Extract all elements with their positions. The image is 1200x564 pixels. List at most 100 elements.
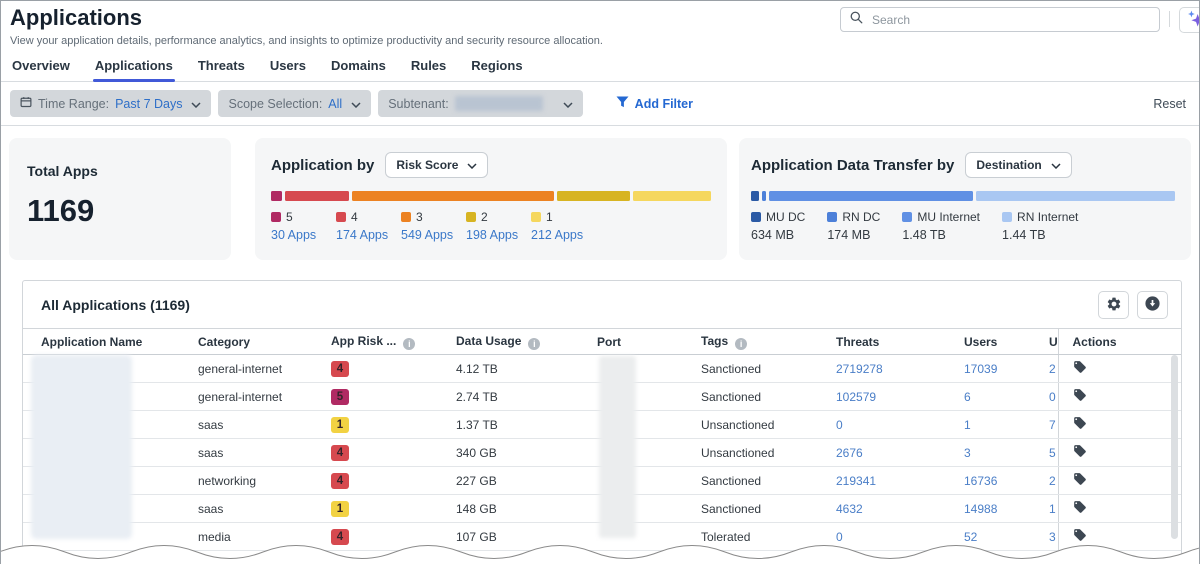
transfer-legend-item: RN DC174 MB — [827, 210, 880, 242]
users-cell-link[interactable]: 3 — [964, 446, 971, 460]
actions-cell — [1058, 355, 1181, 383]
u-cell-link[interactable]: 0 — [1049, 390, 1056, 404]
threats-cell-link[interactable]: 4632 — [836, 502, 863, 516]
column-header-users[interactable]: Users — [946, 329, 1041, 355]
info-icon: i — [528, 338, 540, 350]
tag-icon[interactable] — [1073, 447, 1087, 461]
u-cell-link[interactable]: 7 — [1049, 418, 1056, 432]
table-scrollbar[interactable] — [1171, 355, 1178, 539]
risk-apps-link[interactable]: 549 Apps — [401, 228, 462, 242]
data-usage-cell: 2.74 TB — [438, 383, 579, 411]
tag-icon[interactable] — [1073, 475, 1087, 489]
threats-cell-link[interactable]: 219341 — [836, 474, 876, 488]
legend-swatch — [466, 212, 476, 222]
users-cell: 3 — [946, 439, 1041, 467]
tags-cell: Sanctioned — [683, 467, 818, 495]
tab-threats[interactable]: Threats — [196, 58, 247, 81]
risk-score-label: 5 — [286, 210, 293, 224]
scope-selection-filter[interactable]: Scope Selection: All — [218, 90, 371, 117]
chevron-down-icon — [467, 158, 477, 172]
threats-cell-link[interactable]: 2719278 — [836, 362, 883, 376]
column-header-app-risk[interactable]: App Risk ...i — [313, 329, 438, 355]
risk-apps-link[interactable]: 174 Apps — [336, 228, 397, 242]
category-cell — [180, 551, 313, 560]
tags-cell: Sanctioned — [683, 495, 818, 523]
tab-domains[interactable]: Domains — [329, 58, 388, 81]
transfer-value: 1.44 TB — [1002, 228, 1078, 242]
u-cell-link[interactable]: 2 — [1049, 474, 1056, 488]
destination-label: MU Internet — [917, 210, 980, 224]
table-download-button[interactable] — [1137, 291, 1168, 319]
column-header-application-name[interactable]: Application Name — [23, 329, 180, 355]
time-range-filter[interactable]: Time Range: Past 7 Days — [10, 90, 211, 117]
add-filter-button[interactable]: Add Filter — [616, 96, 693, 111]
users-cell-link[interactable]: 17039 — [964, 362, 997, 376]
transfer-legend-head: MU Internet — [902, 210, 980, 224]
users-cell-link[interactable]: 14988 — [964, 502, 997, 516]
threats-cell: 0 — [818, 523, 946, 551]
column-header-category[interactable]: Category — [180, 329, 313, 355]
column-header-port[interactable]: Port — [579, 329, 683, 355]
risk-legend-item-5: 5 30 Apps — [271, 210, 332, 242]
app-risk-cell: 4 — [313, 439, 438, 467]
u-cell-link[interactable]: 5 — [1049, 446, 1056, 460]
table-settings-button[interactable] — [1098, 291, 1129, 319]
tag-icon[interactable] — [1073, 391, 1087, 405]
threats-cell: 0 — [818, 411, 946, 439]
tag-icon[interactable] — [1073, 363, 1087, 377]
category-cell: general-internet — [180, 383, 313, 411]
application-name-cell — [23, 551, 180, 560]
users-cell-link[interactable]: 52 — [964, 530, 977, 544]
chevron-down-icon — [191, 97, 201, 111]
tab-overview[interactable]: Overview — [10, 58, 72, 81]
users-cell-link[interactable]: 1 — [964, 418, 971, 432]
risk-score-selector[interactable]: Risk Score — [385, 152, 488, 178]
threats-cell-link[interactable]: 2676 — [836, 446, 863, 460]
threats-cell-link[interactable]: 0 — [836, 530, 843, 544]
tab-regions[interactable]: Regions — [469, 58, 524, 81]
users-cell-link[interactable]: 6 — [964, 390, 971, 404]
app-risk-cell: 1 — [313, 495, 438, 523]
add-filter-label: Add Filter — [635, 97, 693, 111]
transfer-legend-head: RN DC — [827, 210, 880, 224]
app-risk-cell: 4 — [313, 551, 438, 560]
tab-users[interactable]: Users — [268, 58, 308, 81]
legend-swatch — [531, 212, 541, 222]
tag-icon[interactable] — [1073, 531, 1087, 545]
u-cell-link[interactable]: 2 — [1049, 362, 1056, 376]
transfer-value: 1.48 TB — [902, 228, 980, 242]
data-transfer-legend: MU DC634 MBRN DC174 MBMU Internet1.48 TB… — [751, 210, 1175, 242]
subtenant-filter[interactable]: Subtenant: — [378, 90, 582, 117]
risk-apps-link[interactable]: 30 Apps — [271, 228, 332, 242]
reset-button[interactable]: Reset — [1153, 97, 1186, 111]
table-title: All Applications (1169) — [41, 297, 190, 313]
chevron-down-icon — [1051, 158, 1061, 172]
search-input[interactable] — [870, 12, 1150, 28]
destination-selector-value: Destination — [976, 158, 1041, 172]
tab-applications[interactable]: Applications — [93, 58, 175, 81]
users-cell-link[interactable]: 16736 — [964, 474, 997, 488]
tab-rules[interactable]: Rules — [409, 58, 448, 81]
destination-selector[interactable]: Destination — [965, 152, 1071, 178]
column-header-data-usage[interactable]: Data Usage i — [438, 329, 579, 355]
u-cell-link[interactable]: 3 — [1049, 530, 1056, 544]
ai-assistant-button[interactable] — [1179, 7, 1200, 33]
legend-swatch — [751, 212, 761, 222]
tag-icon[interactable] — [1073, 419, 1087, 433]
threats-cell-link[interactable]: 0 — [836, 418, 843, 432]
risk-apps-link[interactable]: 198 Apps — [466, 228, 527, 242]
column-label: Data Usage — [456, 334, 521, 348]
search-box[interactable] — [840, 7, 1160, 32]
risk-legend-head: 5 — [271, 210, 332, 224]
u-cell-link[interactable]: 1 — [1049, 502, 1056, 516]
risk-apps-link[interactable]: 212 Apps — [531, 228, 592, 242]
users-cell: 52 — [946, 523, 1041, 551]
column-header-actions[interactable]: Actions — [1058, 329, 1181, 355]
gear-icon — [1106, 296, 1122, 315]
column-header-tags[interactable]: Tagsi — [683, 329, 818, 355]
u-cell: 3 — [1041, 523, 1058, 551]
threats-cell-link[interactable]: 102579 — [836, 390, 876, 404]
column-header-threats[interactable]: Threats — [818, 329, 946, 355]
tag-icon[interactable] — [1073, 503, 1087, 517]
column-header-u[interactable]: U — [1041, 329, 1058, 355]
